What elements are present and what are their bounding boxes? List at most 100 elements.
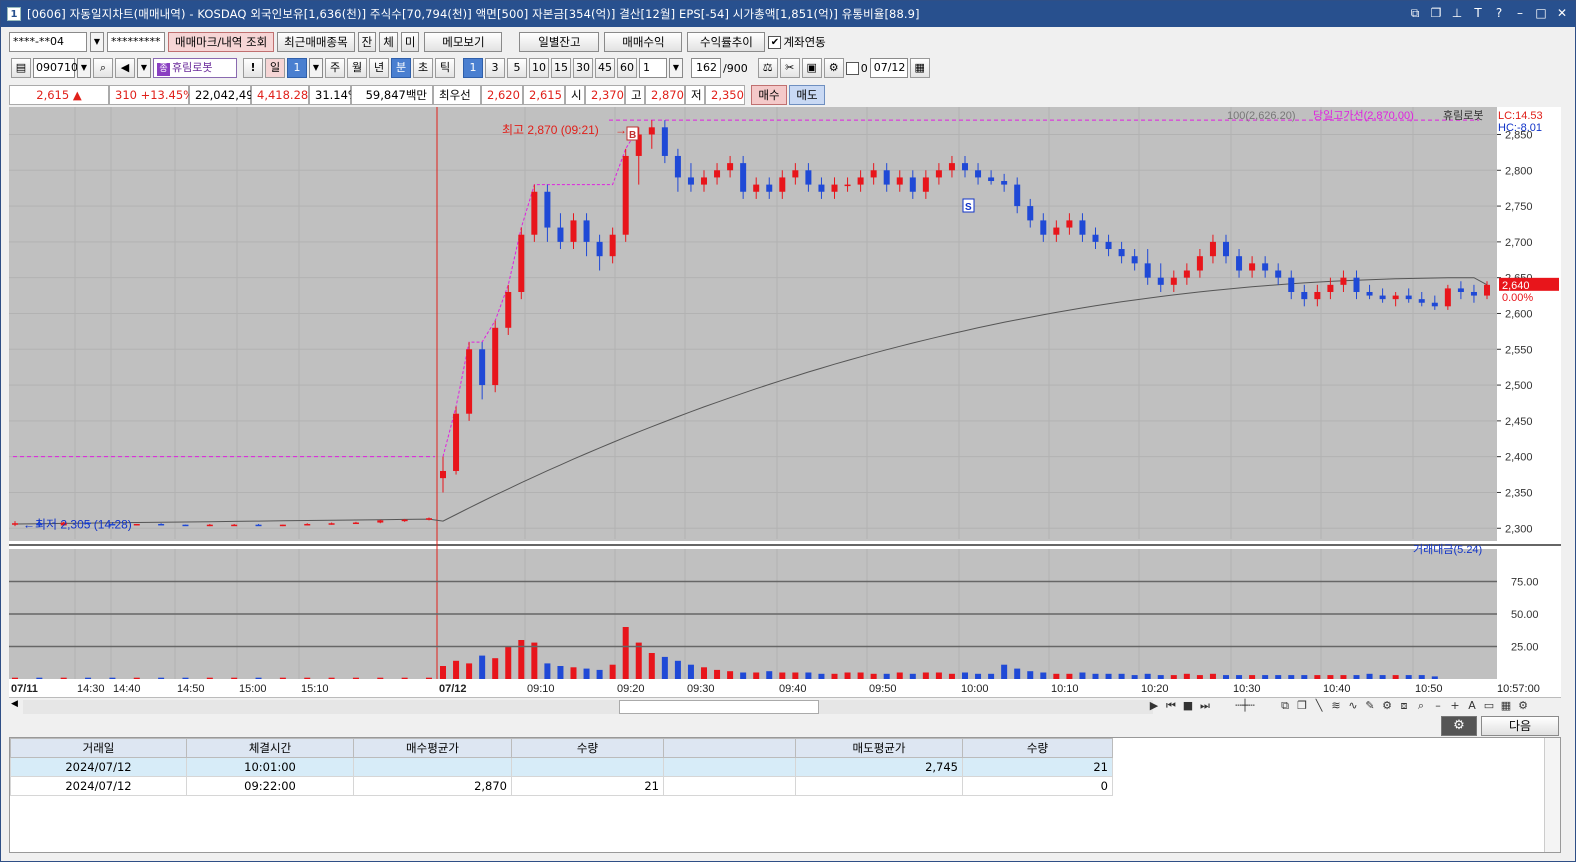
account-link-checkbox[interactable]: ✔ [768, 35, 782, 49]
period-minute-button[interactable]: 분 [391, 58, 411, 78]
sell-marker: S [965, 202, 972, 213]
scroll-left-icon[interactable]: ◀ [11, 699, 18, 709]
sell-button[interactable]: 매도 [789, 85, 825, 105]
next-button[interactable]: 다음 [1481, 716, 1559, 736]
compare-icon[interactable]: ⚖ [757, 58, 778, 78]
ruler-icon[interactable]: ┄┼┄ [1215, 698, 1275, 714]
stock-name-field[interactable]: 종 휴림로봇 [153, 58, 237, 78]
volume-bar [1144, 673, 1151, 679]
forward-icon[interactable]: ⏭ [1198, 698, 1212, 714]
draw-icon[interactable]: ✎ [1363, 698, 1377, 714]
candle-body [557, 227, 564, 242]
candle-body [531, 191, 538, 235]
scroll-thumb[interactable] [619, 700, 819, 714]
search-icon[interactable]: ⌕ [93, 58, 113, 78]
config-icon[interactable]: ⚙ [1380, 698, 1394, 714]
volume-bar [1223, 675, 1229, 679]
period-tick-button[interactable]: 틱 [435, 58, 455, 78]
save-icon[interactable]: ▣ [801, 58, 822, 78]
rewind-icon[interactable]: ⏮ [1164, 698, 1178, 714]
pin-icon[interactable]: ⊥ [1450, 5, 1464, 21]
date-toggle[interactable]: 0 [845, 61, 868, 75]
scroll-track[interactable] [23, 700, 1153, 714]
export-icon[interactable]: ▦ [1499, 698, 1513, 714]
fib-icon[interactable]: ≋ [1329, 698, 1343, 714]
trade-history-table: 거래일 체결시간 매수평균가 수량 매도평균가 수량 2024/07/12 10… [10, 738, 1113, 796]
period-month-button[interactable]: 월 [347, 58, 367, 78]
line-icon[interactable]: ╲ [1312, 698, 1326, 714]
table-row[interactable]: 2024/07/12 10:01:00 2,745 21 [10, 757, 1113, 777]
date-field[interactable]: 07/12 [869, 58, 908, 78]
candle-body [870, 170, 877, 178]
date-checkbox[interactable] [845, 61, 859, 75]
memo-button[interactable]: 메모보기 [424, 32, 503, 52]
filled-button[interactable]: 체 [379, 32, 398, 52]
stock-code-field[interactable]: 090710 [33, 58, 78, 78]
trend-icon[interactable]: ∿ [1346, 698, 1360, 714]
table-scrollbar[interactable] [1544, 738, 1560, 852]
recent-stocks-button[interactable]: 최근매매종목 [277, 32, 355, 52]
count-select[interactable]: 1 [639, 58, 667, 78]
period-second-button[interactable]: 초 [413, 58, 433, 78]
interval-10-button[interactable]: 10 [529, 58, 549, 78]
scroll-right-icon[interactable]: ▶ [1147, 698, 1161, 714]
candle-body [479, 349, 486, 386]
price-chart[interactable]: 2,8502,8002,7502,7002,6502,6002,5502,500… [9, 107, 1561, 697]
count-select-dropdown[interactable]: ▼ [669, 58, 683, 78]
scissors-icon[interactable]: ✂ [779, 58, 800, 78]
text-icon[interactable]: A [1465, 698, 1479, 714]
unfilled-button[interactable]: 미 [400, 32, 420, 52]
candle-body [1379, 295, 1386, 300]
layout-icon[interactable]: ⧉ [1278, 698, 1292, 714]
password-field[interactable]: ********* [107, 32, 165, 52]
settings-icon[interactable]: ⚙ [823, 58, 844, 78]
zoom-in-icon[interactable]: + [1448, 698, 1462, 714]
trade-profit-button[interactable]: 매매수익 [604, 32, 683, 52]
overlay-icon[interactable]: ⧈ [1397, 698, 1411, 714]
tool-settings-icon[interactable]: ⚙ [1516, 698, 1530, 714]
box-icon[interactable]: ▭ [1482, 698, 1496, 714]
stock-code-dropdown[interactable]: ▼ [77, 58, 91, 78]
day-count-dropdown[interactable]: ▼ [309, 58, 323, 78]
stop-icon[interactable]: ■ [1181, 698, 1195, 714]
link-icon[interactable]: ⧉ [1408, 5, 1422, 21]
chart-area[interactable]: 2,8502,8002,7502,7002,6502,6002,5502,500… [9, 107, 1561, 697]
balance-button[interactable]: 잔 [357, 32, 377, 52]
buy-button[interactable]: 매수 [751, 85, 787, 105]
copy-icon[interactable]: ❐ [1295, 698, 1309, 714]
speaker-dropdown[interactable]: ▼ [137, 58, 151, 78]
return-trend-button[interactable]: 수익률추이 [687, 32, 766, 52]
interval-45-button[interactable]: 45 [595, 58, 615, 78]
minimize-icon[interactable]: – [1513, 5, 1527, 21]
bar-count-field[interactable]: 162 [691, 58, 721, 78]
zoom-out-icon[interactable]: – [1431, 698, 1445, 714]
calendar-icon[interactable]: ▦ [909, 58, 930, 78]
grid-settings-button[interactable]: ⚙ [1441, 716, 1477, 736]
interval-15-button[interactable]: 15 [551, 58, 571, 78]
window-icon[interactable]: ❐ [1429, 5, 1443, 21]
daily-balance-button[interactable]: 일별잔고 [519, 32, 600, 52]
period-year-button[interactable]: 년 [369, 58, 389, 78]
speaker-icon[interactable]: ◀ [115, 58, 135, 78]
interval-60-button[interactable]: 60 [617, 58, 637, 78]
period-week-button[interactable]: 주 [325, 58, 345, 78]
table-row[interactable]: 2024/07/12 09:22:00 2,870 21 0 [10, 776, 1113, 796]
maximize-icon[interactable]: □ [1534, 5, 1548, 21]
interval-30-button[interactable]: 30 [573, 58, 593, 78]
day-count[interactable]: 1 [287, 58, 307, 78]
chart-icon[interactable]: ▤ [11, 58, 31, 78]
account-field[interactable]: ****-**04 [9, 32, 87, 52]
period-day-button[interactable]: 일 [265, 58, 285, 78]
alert-button[interactable]: ! [243, 58, 263, 78]
interval-5-button[interactable]: 5 [507, 58, 527, 78]
mark-query-button[interactable]: 매매마크/내역 조회 [168, 32, 275, 52]
help-icon[interactable]: ? [1492, 5, 1506, 21]
up-arrow-icon: ▲ [72, 88, 82, 102]
font-icon[interactable]: T [1471, 5, 1485, 21]
close-icon[interactable]: ✕ [1555, 5, 1569, 21]
interval-1-button[interactable]: 1 [463, 58, 483, 78]
account-link[interactable]: ✔ 계좌연동 [768, 34, 826, 50]
interval-3-button[interactable]: 3 [485, 58, 505, 78]
account-dropdown[interactable]: ▼ [90, 32, 104, 52]
zoom-icon[interactable]: ⌕ [1414, 698, 1428, 714]
